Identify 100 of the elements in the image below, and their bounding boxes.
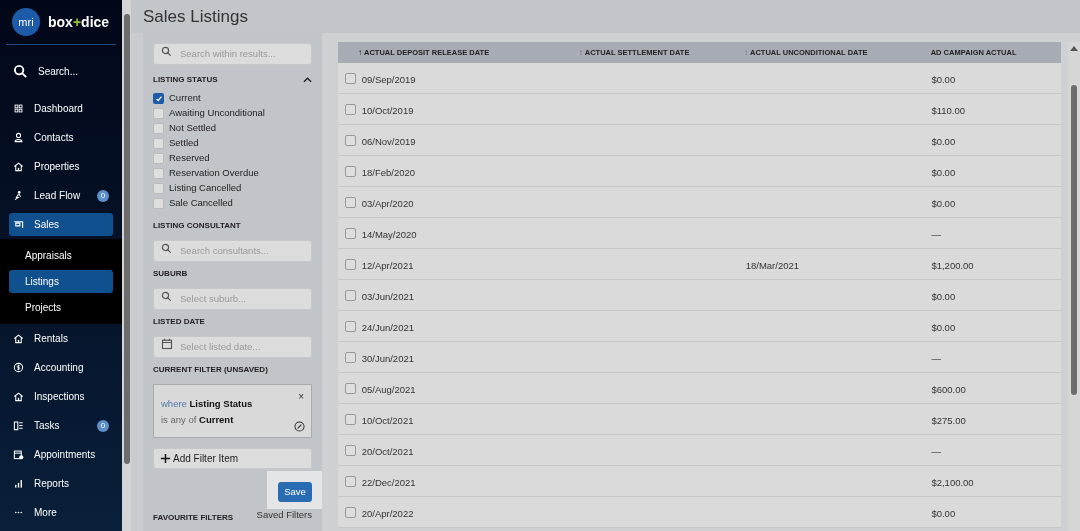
nav-item[interactable]: Dashboard [9, 97, 113, 120]
nav-subitem[interactable]: Projects [9, 296, 113, 319]
checkbox[interactable] [345, 134, 356, 146]
checkbox-label: Current [169, 91, 201, 106]
dollar-icon [13, 362, 24, 373]
checkbox[interactable] [345, 475, 356, 487]
table-cell: 03/Apr/2020 [361, 198, 414, 209]
checkbox[interactable] [345, 196, 356, 208]
person-icon [13, 132, 24, 143]
table-row[interactable]: 20/Apr/2022 $0.00 [338, 497, 1061, 528]
table-cell: $2,100.00 [931, 477, 974, 488]
date-field[interactable]: Select listed date... [153, 335, 312, 358]
figure-icon [13, 190, 24, 201]
checkbox[interactable] [345, 103, 356, 115]
search-button[interactable]: Search... [9, 60, 113, 83]
sign-icon [13, 219, 24, 230]
checkbox[interactable] [153, 153, 164, 164]
table-row[interactable]: 03/Jun/2021 $0.00 [338, 280, 1061, 311]
checkbox[interactable] [345, 413, 356, 425]
scroll-up-icon[interactable] [1070, 46, 1078, 51]
nav-item[interactable]: Contacts [9, 126, 113, 149]
collapse-icon[interactable] [303, 77, 312, 83]
search-icon [13, 64, 28, 79]
table-cell: 12/Apr/2021 [361, 260, 414, 271]
edit-icon[interactable] [294, 421, 305, 432]
nav-item[interactable]: Lead Flow 0 [9, 184, 113, 207]
nav-subitem[interactable]: Listings [9, 270, 113, 293]
checkbox[interactable] [153, 198, 164, 209]
table-cell: 18/Mar/2021 [745, 260, 800, 271]
calendar-icon [13, 449, 24, 460]
checkbox[interactable] [153, 168, 164, 179]
table-row[interactable]: 24/Jun/2021 $0.00 [338, 311, 1061, 342]
checkbox[interactable] [153, 183, 164, 194]
table-row[interactable]: 18/Feb/2020 $0.00 [338, 156, 1061, 187]
nav-item[interactable]: Tasks 0 [9, 414, 113, 437]
save-button[interactable]: Save [278, 482, 312, 503]
table-row[interactable]: 22/Dec/2021 $2,100.00 [338, 466, 1061, 497]
add-filter-button[interactable]: Add Filter Item [153, 448, 312, 469]
checkbox[interactable] [153, 123, 164, 134]
bar-chart-icon [13, 478, 24, 489]
table-row[interactable]: 06/Nov/2019 $0.00 [338, 125, 1061, 156]
checkbox[interactable] [345, 227, 356, 239]
house-icon [13, 161, 24, 172]
table-row[interactable]: 05/Aug/2021 $600.00 [338, 373, 1061, 404]
table-row[interactable]: 10/Oct/2021 $275.00 [338, 404, 1061, 435]
table-row[interactable]: 03/Apr/2020 $0.00 [338, 187, 1061, 218]
table-row[interactable]: 30/Jun/2021 — [338, 342, 1061, 373]
checkbox[interactable] [345, 351, 356, 363]
nav-item[interactable]: Properties [9, 155, 113, 178]
checkbox[interactable] [153, 138, 164, 149]
scrollbar[interactable] [1068, 42, 1080, 531]
table-cell: $0.00 [931, 167, 956, 178]
checkbox[interactable] [345, 506, 356, 518]
nav-item[interactable]: Rentals [9, 327, 113, 350]
table-row[interactable]: 09/Sep/2019 $0.00 [338, 63, 1061, 94]
table-cell: 20/Apr/2022 [361, 508, 414, 519]
checkbox[interactable] [345, 165, 356, 177]
nav-item[interactable]: More [9, 501, 113, 524]
table-cell: $275.00 [931, 415, 966, 426]
section-heading: LISTING CONSULTANT [153, 220, 242, 232]
checkbox[interactable] [153, 108, 164, 119]
table-row[interactable]: 10/Oct/2019 $110.00 [338, 94, 1061, 125]
table-cell: 30/Jun/2021 [361, 353, 414, 364]
search-field[interactable]: Search consultants... [153, 239, 312, 262]
table-cell: $0.00 [931, 74, 956, 85]
checkbox[interactable] [153, 93, 164, 104]
checkbox[interactable] [345, 258, 356, 270]
checkbox[interactable] [345, 382, 356, 394]
table-cell: 03/Jun/2021 [361, 291, 414, 302]
grid-icon [13, 103, 24, 114]
saved-filters-link[interactable]: Saved Filters [256, 510, 312, 520]
search-field[interactable]: Search within results... [153, 42, 312, 65]
table-row[interactable]: 12/Apr/2021 18/Mar/2021 $1,200.00 [338, 249, 1061, 280]
sort-icon[interactable]: ↑ [358, 46, 362, 59]
close-button[interactable]: × [298, 389, 304, 404]
table-row[interactable]: 14/May/2020 — [338, 218, 1061, 249]
nav-item[interactable]: Reports [9, 472, 113, 495]
checkbox-label: Reservation Overdue [169, 166, 259, 181]
search-field[interactable]: Select suburb... [153, 287, 312, 310]
house-icon [13, 333, 24, 344]
table-row[interactable]: 20/Oct/2021 — [338, 435, 1061, 466]
nav-item[interactable]: Accounting [9, 356, 113, 379]
nav-item[interactable]: Sales [9, 213, 113, 236]
checkbox[interactable] [345, 72, 356, 84]
nav-item[interactable]: Appointments [9, 443, 113, 466]
nav-item[interactable]: Inspections [9, 385, 113, 408]
nav-subitem[interactable]: Appraisals [9, 244, 113, 267]
table-cell: $0.00 [931, 198, 956, 209]
checkbox-label: Not Settled [169, 121, 216, 136]
count-badge: 0 [97, 189, 109, 202]
plus-icon [160, 453, 171, 464]
list-icon [13, 420, 24, 431]
table-cell: 10/Oct/2021 [361, 415, 414, 426]
scrollbar[interactable] [122, 0, 131, 531]
house-icon [13, 391, 24, 402]
table-cell: 18/Feb/2020 [361, 167, 416, 178]
checkbox[interactable] [345, 320, 356, 332]
checkbox[interactable] [345, 444, 356, 456]
checkbox[interactable] [345, 289, 356, 301]
logo-icon: mri [12, 8, 40, 36]
